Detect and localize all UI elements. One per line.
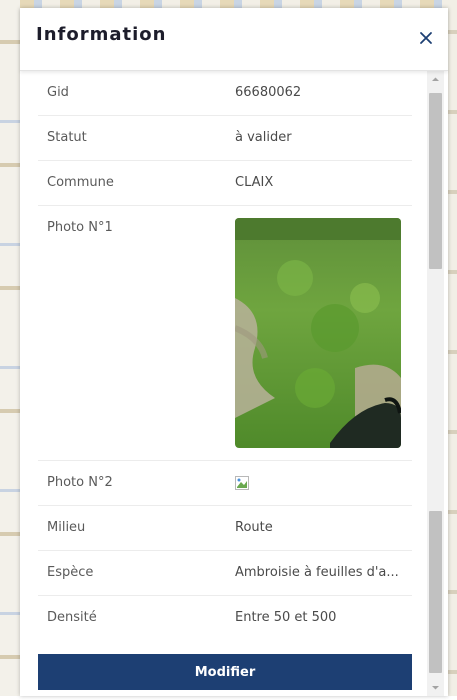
- row-value: à valider: [235, 130, 292, 145]
- row-milieu: Milieu Route: [38, 506, 412, 551]
- row-label: Densité: [47, 610, 97, 625]
- scrollbar-thumb-upper[interactable]: [429, 93, 442, 269]
- row-label: Statut: [47, 130, 87, 145]
- information-panel: Information Gid 66680062 Statut à valide…: [20, 8, 448, 696]
- scroll-down-arrow-icon[interactable]: [427, 679, 444, 696]
- close-button[interactable]: [416, 28, 436, 48]
- map-left-edge: [0, 0, 20, 696]
- row-label: Gid: [47, 85, 69, 100]
- scrollbar-thumb-lower[interactable]: [429, 511, 442, 673]
- row-statut: Statut à valider: [38, 116, 412, 161]
- scroll-up-arrow-icon[interactable]: [427, 71, 444, 88]
- vegetation-photo[interactable]: [235, 218, 401, 448]
- row-label: Photo N°1: [47, 220, 113, 235]
- row-label: Commune: [47, 175, 114, 190]
- vertical-scrollbar[interactable]: [427, 71, 444, 696]
- modify-button[interactable]: Modifier: [38, 654, 412, 690]
- row-label: Espèce: [47, 565, 94, 580]
- row-commune: Commune CLAIX: [38, 161, 412, 206]
- panel-header: Information: [20, 8, 448, 71]
- map-right-edge: [447, 0, 457, 696]
- row-value: 66680062: [235, 85, 302, 100]
- row-photo-2: Photo N°2: [38, 461, 412, 506]
- row-value: Route: [235, 520, 273, 535]
- panel-title: Information: [36, 24, 167, 45]
- row-value: Entre 50 et 500: [235, 610, 337, 625]
- row-value: Ambroisie à feuilles d'a...: [235, 565, 399, 580]
- close-icon: [420, 32, 432, 44]
- row-photo-1: Photo N°1: [38, 206, 412, 461]
- details-scroll-area[interactable]: Gid 66680062 Statut à valider Commune CL…: [20, 71, 448, 696]
- row-value: CLAIX: [235, 175, 274, 190]
- row-densite: Densité Entre 50 et 500: [38, 596, 412, 640]
- details-list: Gid 66680062 Statut à valider Commune CL…: [38, 71, 412, 640]
- row-label: Photo N°2: [47, 475, 113, 490]
- photo-image: [235, 218, 401, 448]
- map-top-edge: [20, 0, 457, 8]
- row-label: Milieu: [47, 520, 86, 535]
- broken-image-icon: [235, 476, 249, 490]
- row-gid: Gid 66680062: [38, 71, 412, 116]
- row-espece: Espèce Ambroisie à feuilles d'a...: [38, 551, 412, 596]
